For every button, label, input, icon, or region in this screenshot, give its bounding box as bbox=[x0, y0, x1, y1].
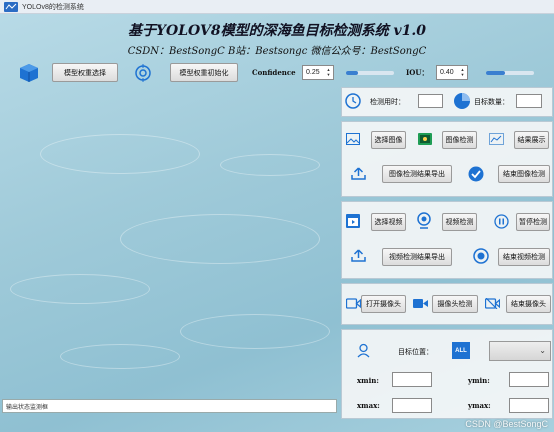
export-image-result-button[interactable]: 图像检测结果导出 bbox=[382, 165, 452, 183]
end-video-detect-button[interactable]: 结束视频检测 bbox=[498, 248, 550, 266]
target-select-combobox[interactable]: ⌄ bbox=[489, 341, 551, 361]
cube-icon bbox=[20, 64, 38, 82]
author-info: CSDN：BestSongC B站：Bestsongc 微信公众号：BestSo… bbox=[127, 46, 427, 57]
confidence-slider-fill bbox=[346, 71, 358, 75]
line-chart-icon bbox=[489, 133, 504, 145]
iou-value: 0.40 bbox=[440, 69, 454, 76]
target-count-label: 目标数量： bbox=[474, 98, 509, 106]
confidence-spinbox[interactable]: 0.25 ▲ ▼ bbox=[302, 65, 334, 80]
webcam-icon bbox=[417, 212, 431, 229]
target-icon bbox=[135, 64, 151, 82]
camera-filled-icon bbox=[413, 299, 428, 308]
upload-icon bbox=[351, 249, 366, 262]
camera-icon bbox=[346, 298, 361, 309]
camera-off-icon bbox=[485, 298, 500, 309]
confidence-label: Confidence bbox=[252, 68, 296, 77]
init-weight-button[interactable]: 模型权重初始化 bbox=[170, 63, 238, 82]
xmin-label: xmin: bbox=[357, 376, 379, 385]
page-title: 基于YOLOV8模型的深海鱼目标检测系统 v1.0 bbox=[128, 23, 426, 39]
target-position-label: 目标位置： bbox=[398, 348, 433, 356]
target-count-field bbox=[516, 94, 542, 108]
location-pin-icon bbox=[357, 343, 370, 358]
camera-detect-button[interactable]: 摄像头检测 bbox=[432, 295, 478, 313]
watermark: CSDN @BestSongC bbox=[465, 419, 548, 429]
end-camera-button[interactable]: 结束摄像头 bbox=[506, 295, 551, 313]
ymin-field bbox=[509, 372, 549, 387]
chevron-down-icon[interactable]: ⌄ bbox=[539, 346, 546, 355]
video-file-icon bbox=[346, 214, 360, 228]
iou-spinbox[interactable]: 0.40 ▲ ▼ bbox=[436, 65, 468, 80]
video-detect-button[interactable]: 视频检测 bbox=[442, 213, 477, 231]
detect-time-field bbox=[418, 94, 443, 108]
app-logo-icon bbox=[4, 1, 18, 12]
all-badge-icon: ALL bbox=[452, 342, 470, 359]
ymax-label: ymax: bbox=[468, 401, 491, 410]
iou-slider-fill bbox=[486, 71, 505, 75]
confidence-value: 0.25 bbox=[306, 69, 320, 76]
xmax-field bbox=[392, 398, 432, 413]
select-video-button[interactable]: 选择视频 bbox=[371, 213, 406, 231]
upload-icon bbox=[351, 167, 366, 180]
window-titlebar: YOLOv8的检测系统 bbox=[0, 0, 554, 14]
detect-time-label: 检测用时： bbox=[370, 98, 405, 106]
select-image-button[interactable]: 选择图像 bbox=[371, 131, 406, 149]
pause-icon bbox=[494, 214, 509, 229]
select-weight-button[interactable]: 模型权重选择 bbox=[52, 63, 118, 82]
window-title: YOLOv8的检测系统 bbox=[22, 3, 84, 11]
ymin-label: ymin: bbox=[468, 376, 490, 385]
image-icon bbox=[346, 133, 360, 145]
iou-label: IOU： bbox=[406, 68, 429, 77]
open-camera-button[interactable]: 打开摄像头 bbox=[361, 295, 406, 313]
stop-circle-icon bbox=[473, 248, 489, 264]
pie-chart-icon bbox=[454, 93, 470, 109]
iou-slider[interactable] bbox=[486, 71, 534, 75]
xmin-field bbox=[392, 372, 432, 387]
confidence-slider[interactable] bbox=[346, 71, 394, 75]
spin-arrows-icon[interactable]: ▲ ▼ bbox=[459, 67, 466, 78]
status-output-box[interactable]: 输出状态监测框 bbox=[2, 399, 337, 413]
clock-icon bbox=[345, 93, 361, 109]
end-image-detect-button[interactable]: 结束图像检测 bbox=[498, 165, 550, 183]
image-detect-icon bbox=[418, 133, 432, 145]
ymax-field bbox=[509, 398, 549, 413]
export-video-result-button[interactable]: 视频检测结果导出 bbox=[382, 248, 452, 266]
spin-arrows-icon[interactable]: ▲ ▼ bbox=[325, 67, 332, 78]
check-circle-icon bbox=[468, 166, 484, 182]
pause-detect-button[interactable]: 暂停检测 bbox=[516, 213, 550, 231]
xmax-label: xmax: bbox=[357, 401, 380, 410]
result-show-button[interactable]: 结果展示 bbox=[514, 131, 549, 149]
image-detect-button[interactable]: 图像检测 bbox=[442, 131, 477, 149]
